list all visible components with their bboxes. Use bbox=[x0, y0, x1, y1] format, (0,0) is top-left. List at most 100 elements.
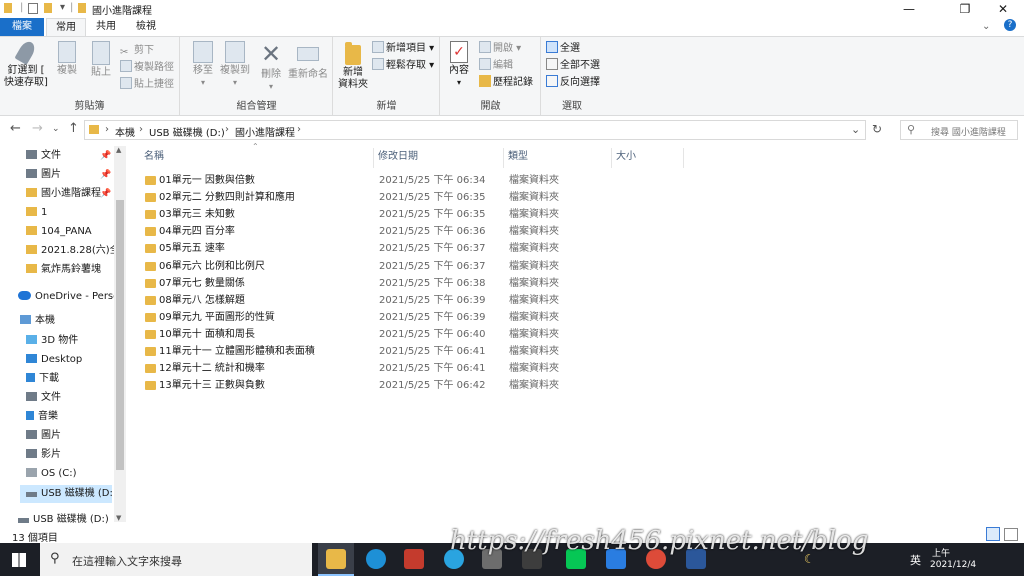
table-row[interactable]: 09單元九 平面圖形的性質 2021/5/25 下午 06:39 檔案資料夾 bbox=[140, 309, 560, 326]
edge-icon[interactable] bbox=[366, 549, 386, 569]
column-header-name[interactable]: 名稱 bbox=[140, 148, 374, 168]
tab-view[interactable]: 檢視 bbox=[128, 18, 164, 36]
nav-item-videos[interactable]: 影片 bbox=[26, 446, 61, 464]
delete-dropdown-icon: ▾ bbox=[268, 82, 273, 91]
properties-quick-icon[interactable] bbox=[28, 3, 38, 14]
scroll-up-icon[interactable]: ▲ bbox=[116, 146, 121, 154]
nav-item-onedrive[interactable]: OneDrive - Perso bbox=[18, 288, 114, 306]
delete-button[interactable]: ✕ 刪除 ▾ bbox=[257, 41, 285, 93]
back-arrow-icon[interactable]: ← bbox=[10, 121, 21, 136]
taskbar-search-input[interactable]: ⚲ 在這裡輸入文字來搜尋 bbox=[40, 543, 312, 576]
tab-file[interactable]: 檔案 bbox=[0, 18, 44, 36]
nav-item-downloads[interactable]: 下載 bbox=[26, 370, 59, 388]
nav-item-usb-drive[interactable]: USB 磁碟機 (D:) bbox=[20, 485, 112, 503]
up-arrow-icon[interactable]: ↑ bbox=[68, 121, 79, 136]
app-icon[interactable] bbox=[606, 549, 626, 569]
table-row[interactable]: 06單元六 比例和比例尺 2021/5/25 下午 06:37 檔案資料夾 bbox=[140, 258, 560, 275]
table-row[interactable]: 02單元二 分數四則計算和應用 2021/5/25 下午 06:35 檔案資料夾 bbox=[140, 189, 560, 206]
nav-label: Desktop bbox=[41, 354, 83, 365]
clock-date[interactable]: 2021/12/4 bbox=[930, 560, 976, 570]
word-icon[interactable] bbox=[686, 549, 706, 569]
windows-start-icon[interactable] bbox=[12, 553, 26, 567]
recent-dropdown-icon[interactable]: ⌄ bbox=[52, 124, 60, 134]
copy-to-button[interactable]: 複製到 ▾ bbox=[217, 41, 253, 89]
app-icon[interactable] bbox=[482, 549, 502, 569]
nav-item-pictures-pc[interactable]: 圖片 bbox=[26, 427, 61, 445]
nav-item-1[interactable]: 1 bbox=[26, 204, 47, 222]
table-row[interactable]: 13單元十三 正數與負數 2021/5/25 下午 06:42 檔案資料夾 bbox=[140, 377, 560, 394]
table-row[interactable]: 03單元三 未知數 2021/5/25 下午 06:35 檔案資料夾 bbox=[140, 206, 560, 223]
nav-item-music[interactable]: 音樂 bbox=[26, 408, 58, 426]
search-input[interactable]: ⚲ 搜尋 國小進階課程 bbox=[900, 120, 1018, 140]
select-all-button[interactable]: 全選 bbox=[546, 41, 580, 57]
spss-icon[interactable] bbox=[404, 549, 424, 569]
table-row[interactable]: 05單元五 速率 2021/5/25 下午 06:37 檔案資料夾 bbox=[140, 240, 560, 257]
close-button[interactable]: ✕ bbox=[980, 0, 1024, 18]
scroll-down-icon[interactable]: ▼ bbox=[116, 514, 121, 522]
properties-button[interactable]: ✓ 內容 ▾ bbox=[445, 41, 473, 89]
cut-button[interactable]: ✂ 剪下 bbox=[120, 43, 154, 59]
nav-item-104-pana[interactable]: 104_PANA bbox=[26, 223, 92, 241]
clock-time[interactable]: 上午 bbox=[932, 546, 950, 559]
large-icons-view-icon[interactable] bbox=[1004, 528, 1018, 541]
nav-item-3d-objects[interactable]: 3D 物件 bbox=[26, 332, 78, 350]
address-dropdown-icon[interactable]: ⌄ bbox=[851, 123, 860, 136]
nav-scrollbar-thumb[interactable] bbox=[116, 200, 124, 470]
column-header-size[interactable]: 大小 bbox=[612, 148, 684, 168]
telegram-icon[interactable] bbox=[444, 549, 464, 569]
table-row[interactable]: 08單元八 怎樣解題 2021/5/25 下午 06:39 檔案資料夾 bbox=[140, 292, 560, 309]
invert-selection-button[interactable]: 反向選擇 bbox=[546, 75, 600, 91]
nav-item-documents-pc[interactable]: 文件 bbox=[26, 389, 61, 407]
minimize-button[interactable]: — bbox=[886, 0, 932, 18]
tab-home[interactable]: 常用 bbox=[46, 18, 86, 36]
rename-button[interactable]: 重新命名 bbox=[287, 41, 329, 81]
table-row[interactable]: 01單元一 因數與倍數 2021/5/25 下午 06:34 檔案資料夾 bbox=[140, 172, 560, 189]
edit-button[interactable]: 編輯 bbox=[479, 58, 513, 74]
address-box[interactable]: › 本機 › USB 磁碟機 (D:) › 國小進階課程 › ⌄ bbox=[84, 120, 866, 140]
nav-item-course-folder[interactable]: 國小進階課程 bbox=[26, 185, 101, 203]
table-row[interactable]: 12單元十二 統計和機率 2021/5/25 下午 06:41 檔案資料夾 bbox=[140, 360, 560, 377]
details-view-icon[interactable] bbox=[986, 527, 1000, 541]
tab-share[interactable]: 共用 bbox=[88, 18, 124, 36]
breadcrumb-this-pc[interactable]: 本機 bbox=[115, 124, 135, 139]
chrome-icon[interactable] bbox=[646, 549, 666, 569]
table-row[interactable]: 04單元四 百分率 2021/5/25 下午 06:36 檔案資料夾 bbox=[140, 223, 560, 240]
table-row[interactable]: 11單元十一 立體圖形體積和表面積 2021/5/25 下午 06:41 檔案資料夾 bbox=[140, 343, 560, 360]
nav-item-pictures[interactable]: 圖片 bbox=[26, 166, 61, 184]
copy-path-button[interactable]: 複製路徑 bbox=[120, 60, 174, 76]
breadcrumb-usb-drive[interactable]: USB 磁碟機 (D:) bbox=[149, 124, 225, 139]
line-icon[interactable] bbox=[566, 549, 586, 569]
column-header-date[interactable]: 修改日期 bbox=[374, 148, 504, 168]
paste-shortcut-button[interactable]: 貼上捷徑 bbox=[120, 77, 174, 93]
select-none-button[interactable]: 全部不選 bbox=[546, 58, 600, 74]
breadcrumb-current-folder[interactable]: 國小進階課程 bbox=[235, 124, 295, 139]
copy-button[interactable]: 複製 bbox=[52, 41, 82, 77]
nav-item-documents[interactable]: 文件 bbox=[26, 147, 61, 165]
nav-item-os-c[interactable]: OS (C:) bbox=[26, 465, 77, 483]
nav-item-this-pc[interactable]: 本機 bbox=[20, 312, 55, 330]
table-row[interactable]: 07單元七 數量關係 2021/5/25 下午 06:38 檔案資料夾 bbox=[140, 275, 560, 292]
new-folder-button[interactable]: 新增 資料夾 bbox=[336, 41, 370, 91]
easy-access-button[interactable]: 輕鬆存取 ▾ bbox=[372, 58, 434, 74]
history-button[interactable]: 歷程記錄 bbox=[479, 75, 533, 91]
new-folder-quick-icon[interactable] bbox=[44, 3, 52, 13]
new-item-button[interactable]: 新增項目 ▾ bbox=[372, 41, 434, 57]
weather-icon[interactable]: ☾ bbox=[804, 552, 815, 566]
nav-item-2021-08-28[interactable]: 2021.8.28(六)全 bbox=[26, 242, 114, 260]
nav-item-air-fryer[interactable]: 氣炸馬鈴薯塊 bbox=[26, 261, 101, 279]
paste-button[interactable]: 貼上 bbox=[86, 41, 116, 79]
nav-item-desktop[interactable]: Desktop bbox=[26, 351, 82, 369]
refresh-icon[interactable]: ↻ bbox=[872, 122, 882, 136]
input-language[interactable]: 英 bbox=[910, 552, 921, 568]
ribbon-expand-icon[interactable]: ⌄ bbox=[982, 21, 990, 32]
move-to-button[interactable]: 移至 ▾ bbox=[187, 41, 219, 89]
table-row[interactable]: 10單元十 面積和周長 2021/5/25 下午 06:40 檔案資料夾 bbox=[140, 326, 560, 343]
customize-quick-access-icon[interactable]: ▾ bbox=[60, 2, 65, 13]
help-icon[interactable]: ? bbox=[1004, 19, 1016, 31]
pin-quick-access-button[interactable]: 釘選到 [ 快速存取] bbox=[4, 38, 48, 89]
taskbar-file-explorer[interactable] bbox=[318, 543, 354, 576]
app-icon[interactable] bbox=[522, 549, 542, 569]
forward-arrow-icon[interactable]: → bbox=[32, 121, 43, 136]
open-button[interactable]: 開啟 ▾ bbox=[479, 41, 521, 57]
column-header-type[interactable]: 類型 bbox=[504, 148, 612, 168]
